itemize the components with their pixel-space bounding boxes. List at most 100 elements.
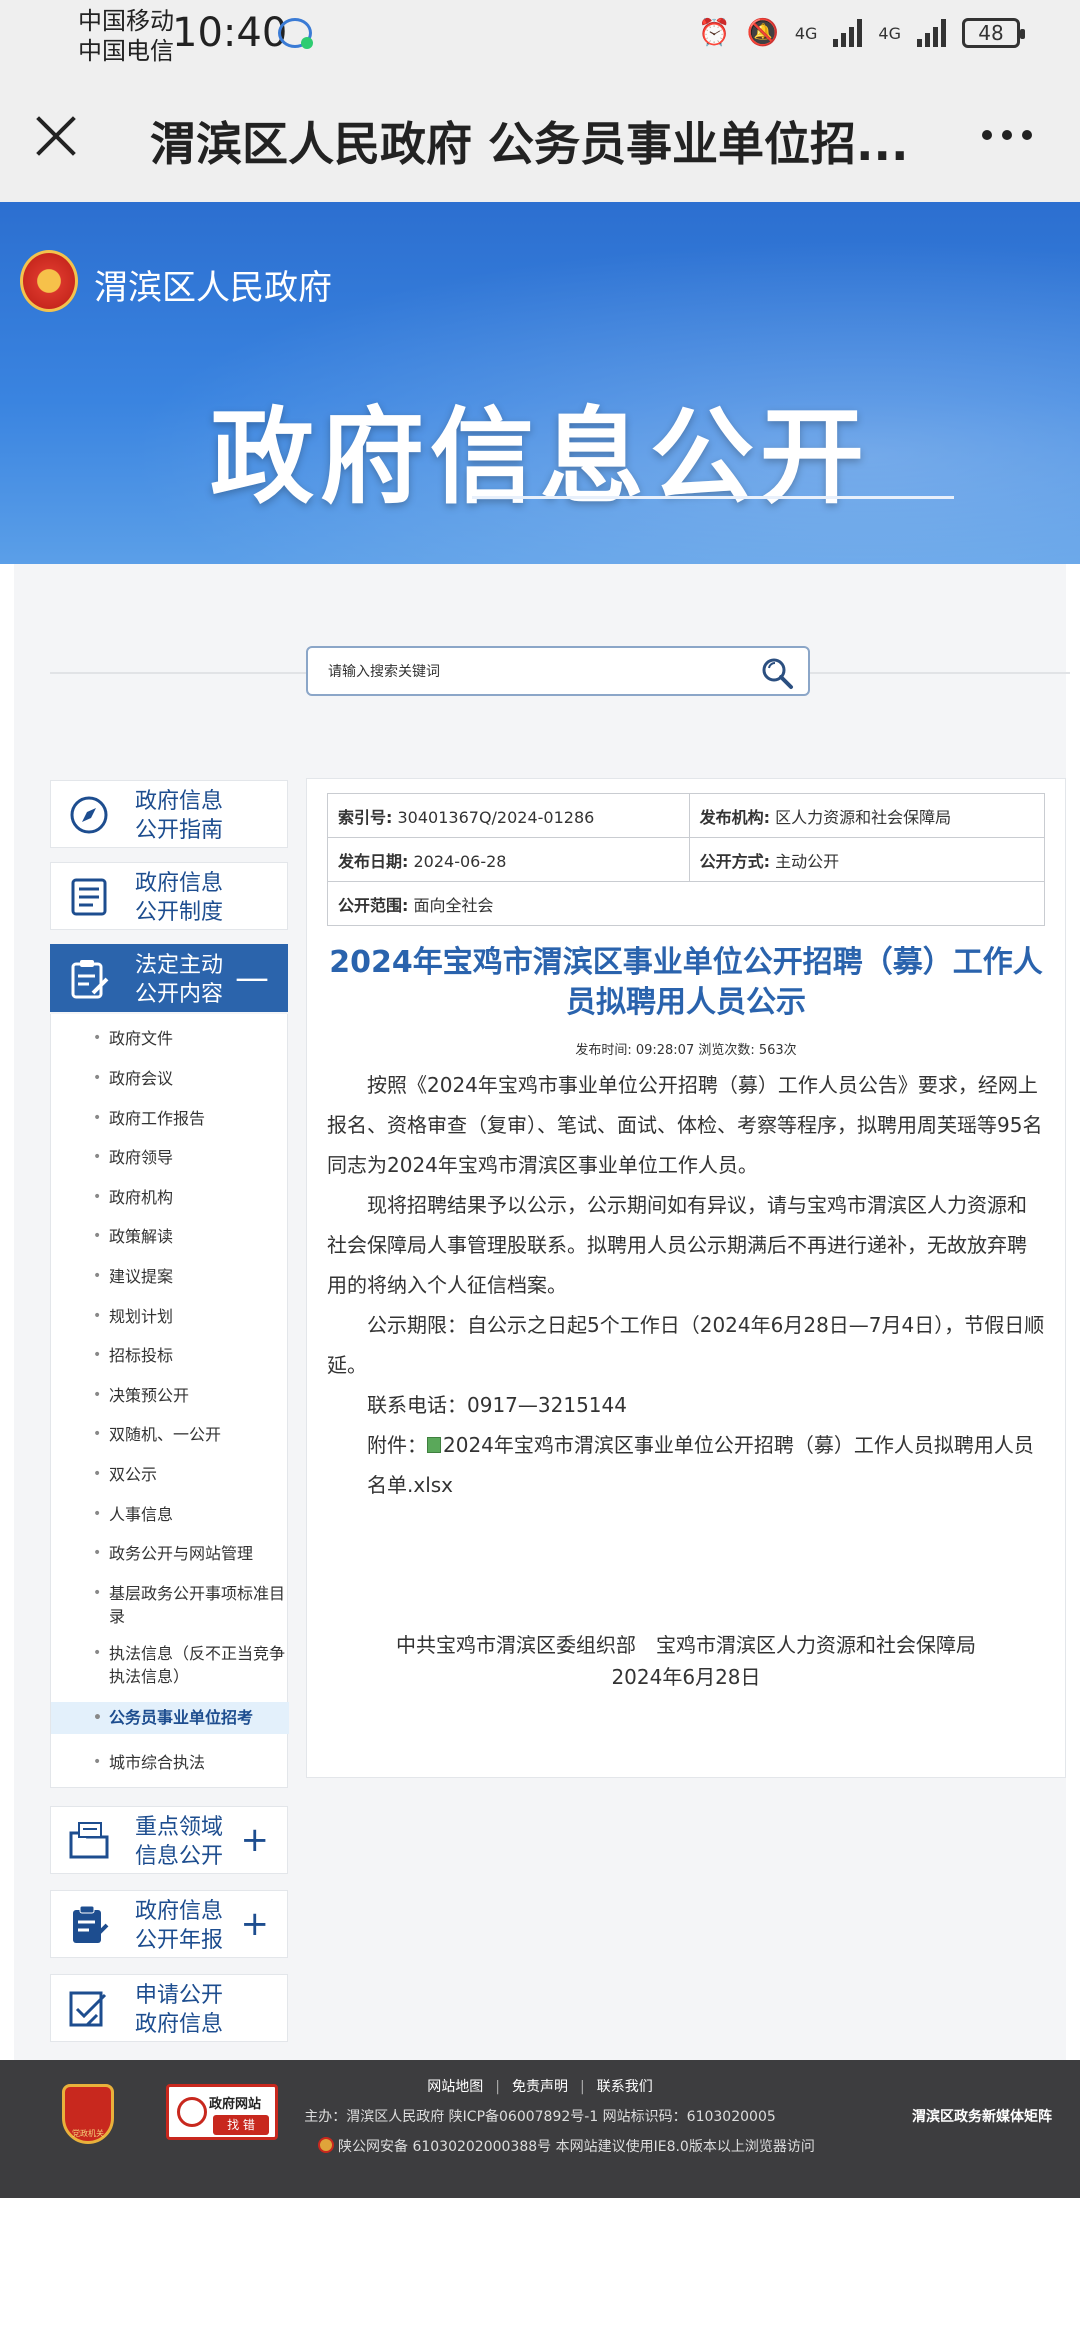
meta-scope: 公开范围: 面向全社会 [327,881,1045,926]
sub-nav-item[interactable]: 政府会议 [51,1067,289,1090]
sub-nav-item[interactable]: 双随机、一公开 [51,1423,289,1446]
meta-index-label: 索引号: [338,807,393,827]
signal-icon-2 [917,19,946,47]
nav-item-label: 政府信息公开年报 [135,1899,224,1953]
meta-scope-label: 公开范围: [338,895,409,915]
meta-date: 发布日期: 2024-06-28 [327,837,690,882]
article-paragraph: 联系电话：0917—3215144 [367,1393,627,1417]
carrier-1: 中国移动 [78,7,174,35]
site-footer: 党政机关 政府网站 找 错 网站地图 | 免责声明 | 联系我们 主办：渭滨区人民政府 … [0,2060,1080,2198]
meta-scope-value: 面向全社会 [413,895,494,915]
article-paragraph: 公示期限：自公示之日起5个工作日（2024年6月28日—7月4日），节假日顺延。 [327,1313,1045,1377]
nav-item-guide[interactable]: 政府信息公开指南 [50,780,288,848]
carrier-2: 中国电信 [78,37,174,65]
police-badge-icon [318,2137,334,2153]
sub-nav-item[interactable]: 政务公开与网站管理 [51,1542,289,1565]
article-signature: 中共宝鸡市渭滨区委组织部 宝鸡市渭滨区人力资源和社会保障局 2024年6月28日 [327,1629,1045,1693]
sub-nav-item[interactable]: 基层政务公开事项标准目录 [51,1582,289,1628]
banner-title: 政府信息公开 [209,396,870,518]
status-bar: 中国移动 中国电信 10:40 ⏰ 🔕 4G 4G 48 [0,0,1080,72]
expand-toggle[interactable]: + [241,1823,270,1857]
meta-publisher-value: 区人力资源和社会保障局 [775,807,952,827]
sub-nav-item[interactable]: 建议提案 [51,1265,289,1288]
status-time: 10:40 [172,10,288,56]
search-input[interactable] [328,658,748,686]
signal-icon [833,19,863,47]
national-emblem-icon [20,250,78,312]
sub-nav-item[interactable]: 政府文件 [51,1027,289,1050]
apply-check-icon [69,1991,107,2027]
sub-nav-item[interactable]: 决策预公开 [51,1384,289,1407]
carrier-info: 中国移动 中国电信 [78,6,174,66]
meta-mode: 公开方式: 主动公开 [688,837,1046,882]
meta-mode-label: 公开方式: [699,851,771,871]
meta-publisher-label: 发布机构: [699,807,771,827]
nav-item-label: 重点领域信息公开 [135,1815,224,1869]
meta-mode-value: 主动公开 [775,851,840,871]
nav-item-label: 法定主动公开内容 [135,953,224,1007]
footer-link-disclaimer[interactable]: 免责声明 [500,2079,580,2095]
more-menu-icon[interactable] [982,130,1032,140]
footer-link-sitemap[interactable]: 网站地图 [415,2079,495,2095]
footer-links: 网站地图 | 免责声明 | 联系我们 [0,2076,1080,2096]
article-body: 按照《2024年宝鸡市事业单位公开招聘（募）工作人员公告》要求，经网上报名、资格… [327,1065,1045,1505]
page-title: 渭滨区人民政府 公务员事业单位招... [150,117,909,171]
article-meta-table: 索引号: 30401367Q/2024-01286 发布机构: 区人力资源和社会… [327,793,1046,926]
sub-nav-list: 政府文件 政府会议 政府工作报告 政府领导 政府机构 政策解读 建议提案 规划计… [50,1014,289,1788]
nav-item-statutory[interactable]: 法定主动公开内容 — [50,944,288,1012]
collapse-toggle[interactable]: — [235,961,269,995]
meta-publisher: 发布机构: 区人力资源和社会保障局 [688,793,1046,838]
site-banner: 渭滨区人民政府 政府信息公开 [0,202,1080,564]
sub-nav-item[interactable]: 政府工作报告 [51,1107,289,1130]
close-icon[interactable] [28,108,84,164]
article-title: 2024年宝鸡市渭滨区事业单位公开招聘（募）工作人员拟聘用人员公示 [329,945,1043,1020]
nav-item-system[interactable]: 政府信息公开制度 [50,862,288,930]
compass-icon [70,796,108,834]
sub-nav-item[interactable]: 城市综合执法 [51,1751,289,1774]
browser-title-bar: 渭滨区人民政府 公务员事业单位招... [0,72,1080,202]
signature-org: 中共宝鸡市渭滨区委组织部 宝鸡市渭滨区人力资源和社会保障局 [396,1633,976,1657]
nav-item-annual-report[interactable]: 政府信息公开年报 + [50,1890,288,1958]
site-name[interactable]: 渭滨区人民政府 [94,260,332,309]
mute-icon: 🔕 [746,18,779,48]
party-logo-text: 党政机关 [72,2129,104,2138]
document-list-icon [71,878,107,916]
folder-file-icon [69,1822,109,1859]
system-icons: ⏰ 🔕 4G 4G 48 [698,18,1025,48]
message-app-icon [278,18,313,49]
battery-icon: 48 [962,18,1025,48]
search-icon[interactable] [760,656,794,690]
nav-item-label: 政府信息公开指南 [135,789,224,843]
sub-nav-item[interactable]: 执法信息（反不正当竞争执法信息） [51,1642,289,1688]
meta-date-label: 发布日期: [338,851,409,871]
footer-link-contact[interactable]: 联系我们 [585,2079,665,2095]
sub-nav-item-current[interactable]: 公务员事业单位招考 [51,1702,289,1734]
article-paragraph: 现将招聘结果予以公示，公示期间如有异议，请与宝鸡市渭滨区人力资源和社会保障局人事… [327,1193,1027,1297]
new-media-matrix-link[interactable]: 渭滨区政务新媒体矩阵 [912,2106,1052,2126]
excel-file-icon [427,1437,441,1453]
article-stats: 发布时间: 09:28:07 浏览次数: 563次 [575,1043,797,1058]
sub-nav-item[interactable]: 招标投标 [51,1344,289,1367]
footer-security-info: 陕公网安备 61030202000388号 本网站建议使用IE8.0版本以上浏览… [318,2136,815,2156]
nav-item-label: 申请公开政府信息 [135,1983,224,2037]
meta-index: 索引号: 30401367Q/2024-01286 [327,793,690,838]
expand-toggle[interactable]: + [241,1907,270,1941]
sub-nav-item[interactable]: 政府领导 [51,1146,289,1169]
sub-nav-item[interactable]: 规划计划 [51,1305,289,1328]
network-label-1: 4G [794,23,818,43]
sub-nav-item[interactable]: 政府机构 [51,1186,289,1209]
meta-index-value: 30401367Q/2024-01286 [397,807,595,827]
attachment-link[interactable]: 2024年宝鸡市渭滨区事业单位公开招聘（募）工作人员拟聘用人员名单.xlsx [367,1433,1034,1497]
sub-nav-item[interactable]: 政策解读 [51,1225,289,1248]
sub-nav-item[interactable]: 双公示 [51,1463,289,1486]
clipboard-report-icon [73,1905,109,1943]
nav-item-label: 政府信息公开制度 [135,871,224,925]
attachment-label: 附件： [367,1433,427,1457]
meta-date-value: 2024-06-28 [413,851,507,871]
nav-item-apply[interactable]: 申请公开政府信息 [50,1974,288,2042]
nav-item-key-areas[interactable]: 重点领域信息公开 + [50,1806,288,1874]
clipboard-edit-icon [71,960,109,999]
footer-security-text: 陕公网安备 61030202000388号 本网站建议使用IE8.0版本以上浏览… [338,2139,815,2155]
article-panel: 索引号: 30401367Q/2024-01286 发布机构: 区人力资源和社会… [306,778,1066,1778]
sub-nav-item[interactable]: 人事信息 [51,1503,289,1526]
